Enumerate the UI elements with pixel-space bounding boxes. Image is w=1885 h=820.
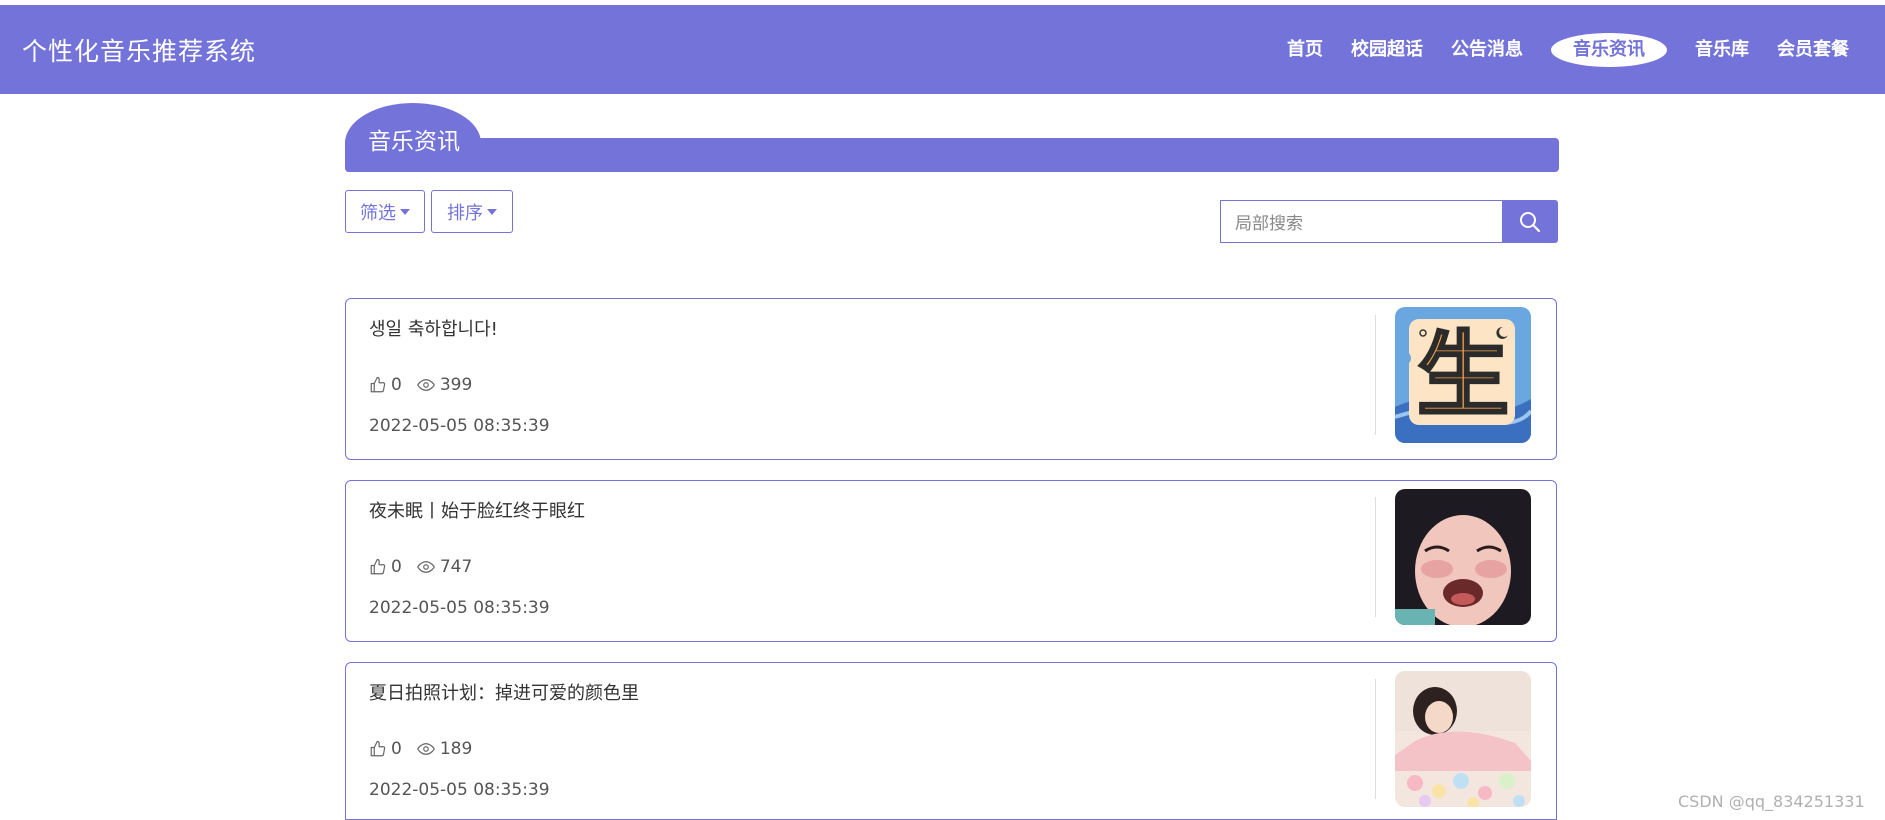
view-count: 747 (439, 557, 473, 577)
card-divider (1375, 497, 1376, 617)
view-stat: 189 (416, 739, 472, 759)
eye-icon (416, 743, 435, 755)
section-title-bar (345, 138, 1559, 172)
article-date: 2022-05-05 08:35:39 (369, 598, 550, 618)
nav-membership[interactable]: 会员套餐 (1763, 33, 1863, 67)
view-count: 189 (439, 739, 473, 759)
view-stat: 399 (416, 375, 472, 395)
eye-icon (416, 561, 435, 573)
eye-icon (416, 379, 435, 391)
main-nav: 首页 校园超话 公告消息 音乐资讯 音乐库 会员套餐 (1273, 32, 1863, 67)
article-date: 2022-05-05 08:35:39 (369, 416, 550, 436)
article-title[interactable]: 夜未眠丨始于脸红终于眼红 (369, 497, 585, 523)
birthday-character-illustration: 生 (1395, 307, 1531, 443)
caret-down-icon (400, 208, 410, 215)
article-stats: 0 747 (369, 557, 486, 577)
view-stat: 747 (416, 557, 472, 577)
watermark: CSDN @qq_834251331 (1678, 792, 1865, 811)
like-stat[interactable]: 0 (369, 557, 402, 577)
nav-music-news[interactable]: 音乐资讯 (1551, 32, 1667, 67)
nav-home[interactable]: 首页 (1273, 33, 1337, 67)
search-input[interactable]: 局部搜索 (1220, 200, 1502, 243)
article-thumbnail[interactable]: 生 (1395, 307, 1531, 443)
like-count: 0 (391, 739, 402, 759)
thumbs-up-icon (370, 376, 386, 393)
article-date: 2022-05-05 08:35:39 (369, 780, 550, 800)
filter-label: 筛选 (360, 202, 396, 224)
article-card[interactable]: 생일 축하합니다! 0 399 2022-05-05 08:35:39 生 (345, 298, 1557, 460)
nav-campus-topics[interactable]: 校园超话 (1337, 33, 1437, 67)
article-card[interactable]: 夏日拍照计划：掉进可爱的颜色里 0 189 2022-05-05 08:35:3… (345, 662, 1557, 820)
nav-announcements[interactable]: 公告消息 (1437, 33, 1537, 67)
card-divider (1375, 315, 1376, 435)
article-thumbnail[interactable] (1395, 671, 1531, 807)
thumbs-up-icon (370, 740, 386, 757)
site-title: 个性化音乐推荐系统 (22, 36, 257, 66)
summer-photo-girl-illustration (1395, 671, 1531, 807)
search-icon (1520, 211, 1541, 232)
view-count: 399 (439, 375, 473, 395)
page: 个性化音乐推荐系统 首页 校园超话 公告消息 音乐资讯 音乐库 会员套餐 音乐资… (0, 0, 1885, 820)
sort-label: 排序 (447, 202, 483, 224)
section-title: 音乐资讯 (368, 129, 460, 155)
caret-down-icon (487, 208, 497, 215)
like-stat[interactable]: 0 (369, 375, 402, 395)
like-count: 0 (391, 557, 402, 577)
article-thumbnail[interactable] (1395, 489, 1531, 625)
like-count: 0 (391, 375, 402, 395)
article-title[interactable]: 夏日拍照计划：掉进可爱的颜色里 (369, 679, 639, 705)
search-button[interactable] (1502, 200, 1558, 243)
sort-dropdown-button[interactable]: 排序 (431, 190, 513, 233)
article-card[interactable]: 夜未眠丨始于脸红终于眼红 0 747 2022-05-05 08:35:39 (345, 480, 1557, 642)
svg-text:生: 生 (1417, 322, 1509, 429)
article-stats: 0 399 (369, 375, 486, 395)
article-stats: 0 189 (369, 739, 486, 759)
top-navbar: 个性化音乐推荐系统 首页 校园超话 公告消息 音乐资讯 音乐库 会员套餐 (0, 5, 1885, 94)
card-divider (1375, 679, 1376, 799)
thumbs-up-icon (370, 558, 386, 575)
crying-anime-girl-illustration (1395, 489, 1531, 625)
like-stat[interactable]: 0 (369, 739, 402, 759)
article-title[interactable]: 생일 축하합니다! (369, 315, 498, 341)
nav-music-library[interactable]: 音乐库 (1681, 33, 1763, 67)
filter-dropdown-button[interactable]: 筛选 (345, 190, 425, 233)
